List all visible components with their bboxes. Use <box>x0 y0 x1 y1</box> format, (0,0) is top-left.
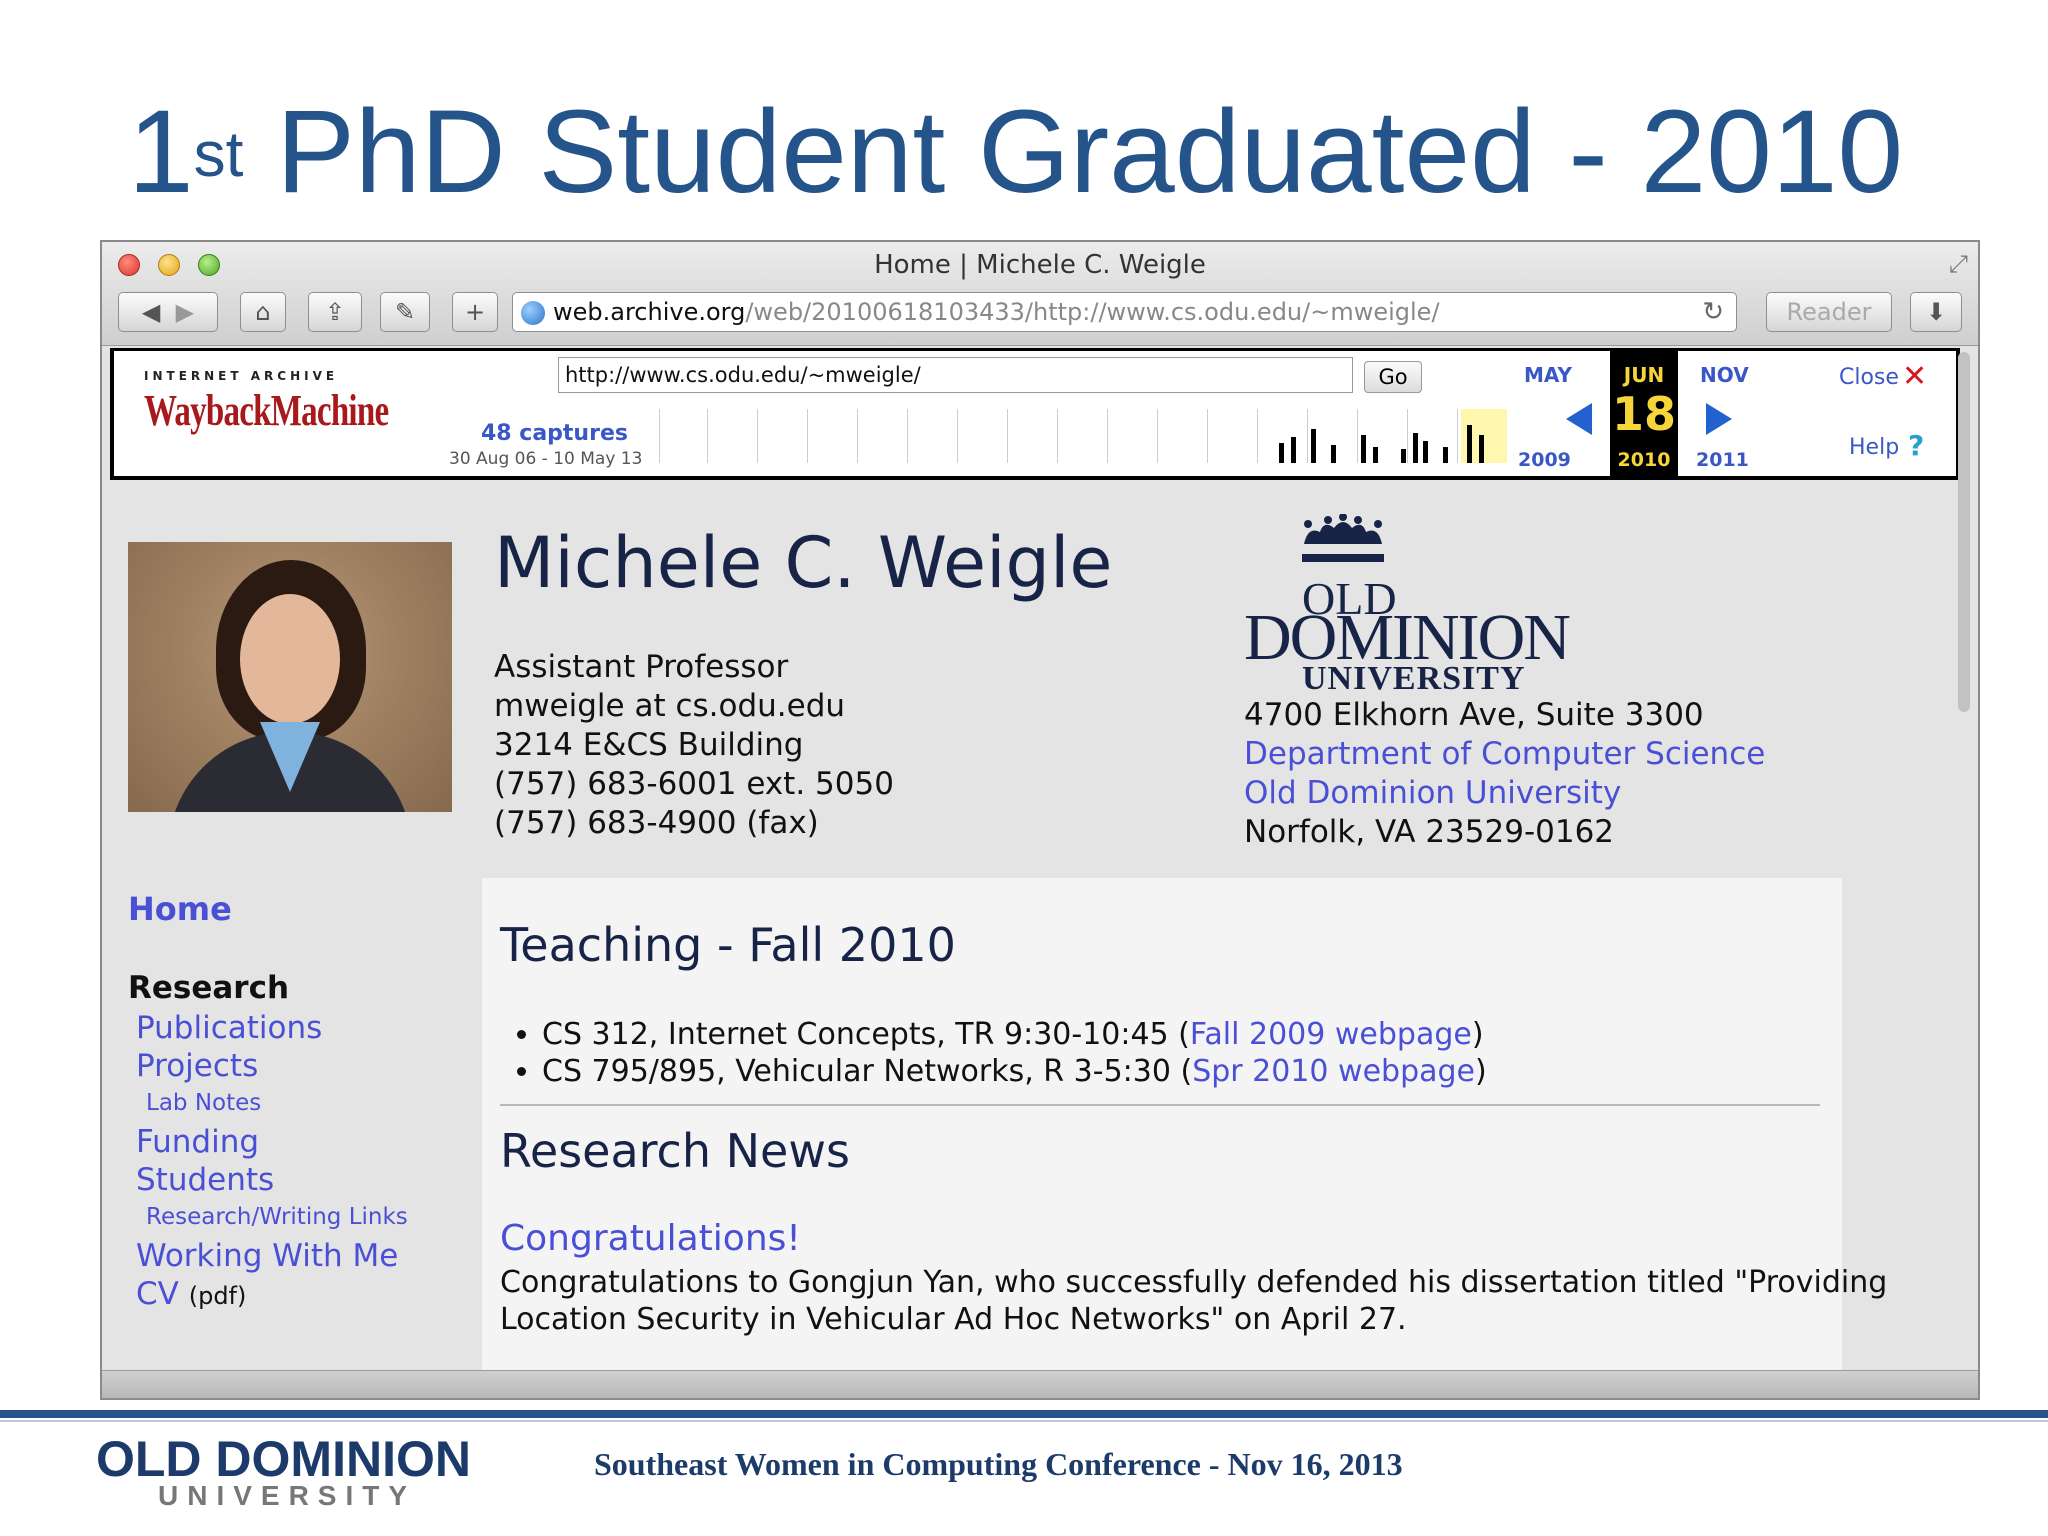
news-title-link[interactable]: Congratulations! <box>500 1218 801 1259</box>
nav-projects[interactable]: Projects <box>136 1048 258 1084</box>
odu-logo-line3: UNIVERSITY <box>1302 660 1526 697</box>
nav-writing-links[interactable]: Research/Writing Links <box>146 1204 408 1230</box>
nav-students[interactable]: Students <box>136 1162 274 1198</box>
news-line: Location Security in Vehicular Ad Hoc Ne… <box>500 1302 1407 1337</box>
nav-home[interactable]: Home <box>128 890 232 928</box>
footer-rule-thin <box>0 1420 2048 1422</box>
nav-publications[interactable]: Publications <box>136 1010 322 1046</box>
list-item: CS 795/895, Vehicular Networks, R 3-5:30… <box>542 1053 1487 1090</box>
nav-funding[interactable]: Funding <box>136 1124 259 1160</box>
slide-title: 1st PhD Student Graduated - 2010 <box>128 86 1904 218</box>
profile-email: mweigle at cs.odu.edu <box>494 688 846 724</box>
nav-cv-note: (pdf) <box>188 1282 247 1310</box>
profile-phone: (757) 683-6001 ext. 5050 <box>494 766 894 802</box>
news-line: Congratulations to Gongjun Yan, who succ… <box>500 1265 1888 1300</box>
teaching-heading: Teaching - Fall 2010 <box>500 918 956 972</box>
archived-page: Michele C. Weigle Assistant Professor mw… <box>102 242 1960 1378</box>
profile-title: Assistant Professor <box>494 649 789 685</box>
status-bar <box>102 1370 1978 1398</box>
university-link[interactable]: Old Dominion University <box>1244 774 1765 813</box>
nav-lab-notes[interactable]: Lab Notes <box>146 1090 261 1116</box>
footer-logo-line2: UNIVERSITY <box>158 1480 417 1511</box>
news-body: Congratulations to Gongjun Yan, who succ… <box>500 1264 1887 1338</box>
nav-cv[interactable]: CV <box>136 1276 179 1312</box>
list-item: CS 312, Internet Concepts, TR 9:30-10:45… <box>542 1016 1487 1053</box>
photo-face <box>240 594 340 724</box>
spr-2010-webpage-link[interactable]: Spr 2010 webpage <box>1192 1054 1475 1089</box>
browser-window: Home | Michele C. Weigle ⤢ ◀ ▶ ⌂ ⇪ ✎ + w… <box>100 240 1980 1400</box>
research-news-heading: Research News <box>500 1124 850 1178</box>
crown-icon <box>1302 514 1384 562</box>
nav-cv-row: CV (pdf) <box>136 1276 246 1312</box>
profile-details: Assistant Professor mweigle at cs.odu.ed… <box>494 648 894 843</box>
nav-research-heading: Research <box>128 970 290 1006</box>
nav-working-with-me[interactable]: Working With Me <box>136 1238 398 1274</box>
address-city: Norfolk, VA 23529-0162 <box>1244 814 1615 850</box>
profile-office: 3214 E&CS Building <box>494 727 804 763</box>
title-superscript: st <box>193 118 244 190</box>
main-content: Teaching - Fall 2010 CS 312, Internet Co… <box>482 878 1887 1378</box>
address-street: 4700 Elkhorn Ave, Suite 3300 <box>1244 697 1704 733</box>
divider <box>500 1104 1820 1106</box>
footer-rule <box>0 1410 2048 1418</box>
profile-name: Michele C. Weigle <box>494 522 1113 604</box>
dept-link[interactable]: Department of Computer Science <box>1244 735 1765 774</box>
profile-photo <box>128 542 452 812</box>
course-list: CS 312, Internet Concepts, TR 9:30-10:45… <box>516 1016 1487 1090</box>
fall-2009-webpage-link[interactable]: Fall 2009 webpage <box>1190 1017 1472 1052</box>
footer-conference: Southeast Women in Computing Conference … <box>594 1446 1403 1482</box>
address-block: 4700 Elkhorn Ave, Suite 3300 Department … <box>1244 696 1765 852</box>
profile-fax: (757) 683-4900 (fax) <box>494 805 819 841</box>
